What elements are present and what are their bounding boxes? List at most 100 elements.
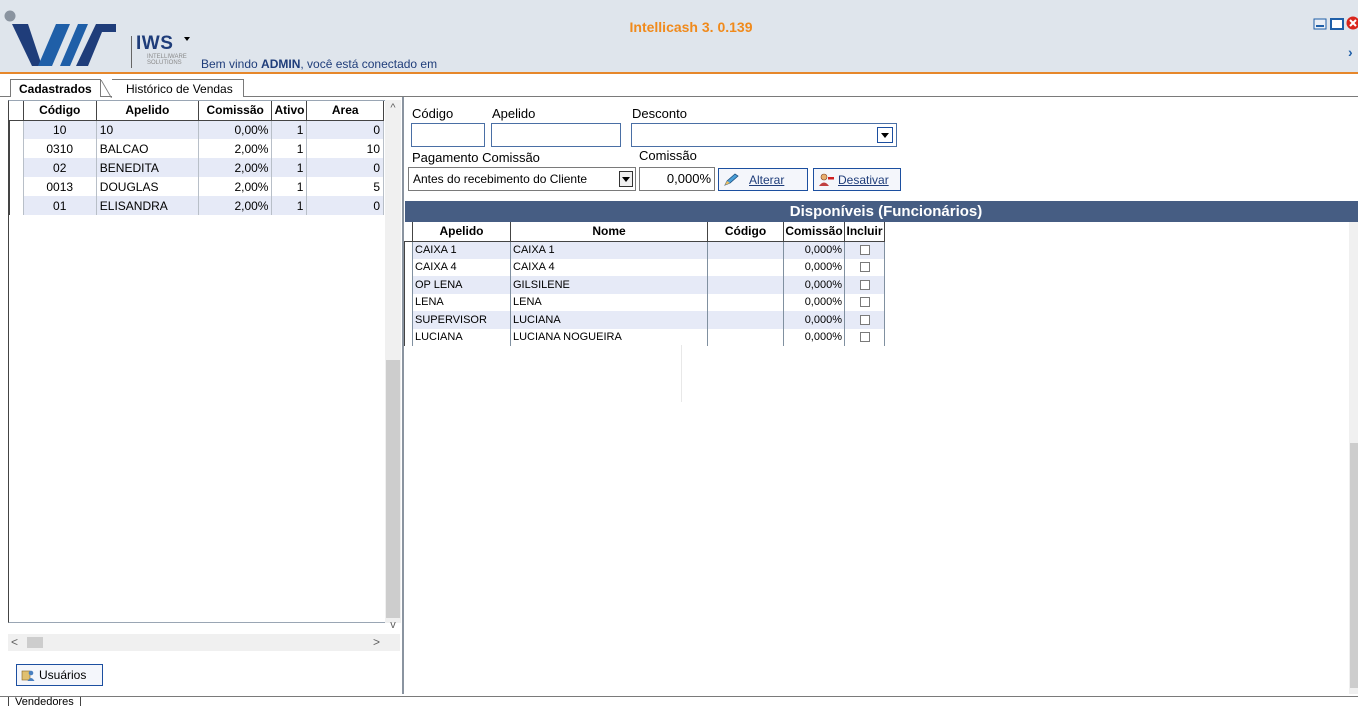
left-horizontal-scroll-thumb[interactable]: [27, 637, 43, 648]
row-indicator[interactable]: [9, 196, 24, 215]
chevron-down-icon[interactable]: [184, 37, 190, 41]
table-row[interactable]: 02 BENEDITA 2,00% 1 0: [9, 158, 384, 177]
logo-divider: [131, 36, 132, 68]
cell-area: 5: [306, 177, 384, 196]
chevron-down-icon[interactable]: [619, 171, 633, 187]
column-header[interactable]: Area: [306, 101, 384, 121]
scroll-up-icon[interactable]: ^: [385, 102, 401, 114]
row-indicator[interactable]: [404, 241, 413, 259]
column-header[interactable]: Comissão: [783, 222, 845, 242]
pagamento-comissao-select[interactable]: Antes do recebimento do Cliente: [408, 167, 636, 191]
desativar-label: Desativar: [838, 172, 889, 187]
column-header[interactable]: Ativo: [271, 101, 308, 121]
pagamento-comissao-value: Antes do recebimento do Cliente: [413, 172, 588, 186]
maximize-icon[interactable]: [1330, 18, 1344, 30]
alterar-button[interactable]: Alterar: [718, 168, 808, 191]
column-header[interactable]: Código: [22, 101, 97, 121]
row-indicator[interactable]: [404, 276, 413, 294]
codigo-input[interactable]: [411, 123, 485, 147]
left-vertical-scroll-thumb[interactable]: [386, 360, 400, 618]
table-row[interactable]: 01 ELISANDRA 2,00% 1 0: [9, 196, 384, 215]
incluir-checkbox[interactable]: [859, 314, 870, 325]
table-header-row: Código Apelido Comissão Ativo Area: [9, 101, 384, 121]
desconto-select[interactable]: [631, 123, 897, 147]
tab-historico-vendas[interactable]: Histórico de Vendas: [112, 79, 244, 97]
cell-codigo: [707, 328, 784, 346]
column-header[interactable]: Apelido: [412, 222, 511, 242]
cell-comissao: 2,00%: [198, 139, 273, 158]
alterar-label: Alterar: [749, 172, 785, 187]
cell-comissao: 0,00%: [198, 120, 273, 139]
incluir-checkbox[interactable]: [859, 279, 870, 290]
comissao-input[interactable]: 0,000%: [639, 167, 715, 191]
incluir-checkbox[interactable]: [859, 332, 870, 343]
cell-apelido: SUPERVISOR: [412, 311, 511, 329]
incluir-checkbox[interactable]: [859, 297, 870, 308]
cell-comissao: 0,000%: [783, 311, 845, 329]
row-indicator[interactable]: [9, 177, 24, 196]
cell-apelido: ELISANDRA: [96, 196, 199, 215]
minimize-icon[interactable]: [1313, 18, 1327, 30]
scroll-down-icon[interactable]: v: [385, 619, 401, 631]
usuarios-label: Usuários: [39, 668, 87, 682]
close-icon[interactable]: [1346, 16, 1358, 30]
row-indicator[interactable]: [9, 120, 24, 139]
column-header[interactable]: Código: [707, 222, 784, 242]
tab-cadastrados[interactable]: Cadastrados: [10, 79, 101, 97]
cell-comissao: 0,000%: [783, 276, 845, 294]
row-indicator[interactable]: [9, 139, 24, 158]
table-row[interactable]: CAIXA 1 CAIXA 1 0,000%: [404, 241, 885, 259]
cell-codigo: 02: [23, 158, 97, 177]
desconto-label: Desconto: [632, 106, 687, 121]
column-header[interactable]: Apelido: [95, 101, 199, 121]
cell-apelido: OP LENA: [412, 276, 511, 294]
panel-splitter[interactable]: [402, 97, 404, 694]
header-divider: [0, 72, 1358, 74]
usuarios-button[interactable]: Usuários: [16, 664, 103, 686]
scroll-right-icon[interactable]: >: [373, 635, 380, 649]
apelido-input[interactable]: [491, 123, 621, 147]
incluir-checkbox[interactable]: [859, 262, 870, 273]
cell-codigo: [707, 241, 784, 259]
column-header[interactable]: Incluir: [844, 222, 885, 242]
row-indicator[interactable]: [9, 158, 24, 177]
row-indicator[interactable]: [404, 258, 413, 276]
row-indicator[interactable]: [404, 311, 413, 329]
table-row[interactable]: LUCIANA LUCIANA NOGUEIRA 0,000%: [404, 328, 885, 346]
row-indicator-header: [9, 101, 24, 121]
table-row[interactable]: 10 10 0,00% 1 0: [9, 120, 384, 139]
cell-nome: LENA: [510, 293, 708, 311]
app-title: Intellicash 3. 0.139: [629, 19, 753, 35]
table-row[interactable]: OP LENA GILSILENE 0,000%: [404, 276, 885, 294]
table-row[interactable]: 0310 BALCAO 2,00% 1 10: [9, 139, 384, 158]
table-row[interactable]: SUPERVISOR LUCIANA 0,000%: [404, 311, 885, 329]
desativar-button[interactable]: Desativar: [813, 168, 901, 191]
cell-comissao: 2,00%: [198, 158, 273, 177]
cell-incluir: [844, 293, 885, 311]
tab-vendedores[interactable]: Vendedores: [8, 697, 81, 706]
cell-area: 0: [306, 120, 384, 139]
cell-apelido: BALCAO: [96, 139, 199, 158]
disponiveis-table: Apelido Nome Código Comissão Incluir CAI…: [404, 222, 885, 346]
column-header[interactable]: Nome: [510, 222, 708, 242]
left-horizontal-scrollbar[interactable]: [8, 634, 400, 651]
column-header[interactable]: Comissão: [197, 101, 273, 121]
expand-arrow-icon[interactable]: ›: [1348, 44, 1353, 60]
cell-ativo: 1: [271, 120, 308, 139]
row-indicator[interactable]: [404, 293, 413, 311]
comissao-label: Comissão: [639, 148, 697, 163]
welcome-message: Bem vindo ADMIN, você está conectado em: [201, 57, 438, 71]
table-row[interactable]: CAIXA 4 CAIXA 4 0,000%: [404, 258, 885, 276]
bottom-tab-bar: [0, 696, 1358, 706]
scroll-left-icon[interactable]: <: [11, 635, 18, 649]
cell-ativo: 1: [271, 177, 308, 196]
cell-apelido: 10: [96, 120, 199, 139]
disponiveis-title: Disponíveis (Funcionários): [405, 201, 1358, 222]
row-indicator[interactable]: [404, 328, 413, 346]
incluir-checkbox[interactable]: [859, 245, 870, 256]
chevron-down-icon[interactable]: [877, 127, 893, 143]
right-vertical-scroll-thumb[interactable]: [1350, 443, 1358, 688]
table-row[interactable]: LENA LENA 0,000%: [404, 293, 885, 311]
table-row[interactable]: 0013 DOUGLAS 2,00% 1 5: [9, 177, 384, 196]
cell-apelido: LUCIANA: [412, 328, 511, 346]
